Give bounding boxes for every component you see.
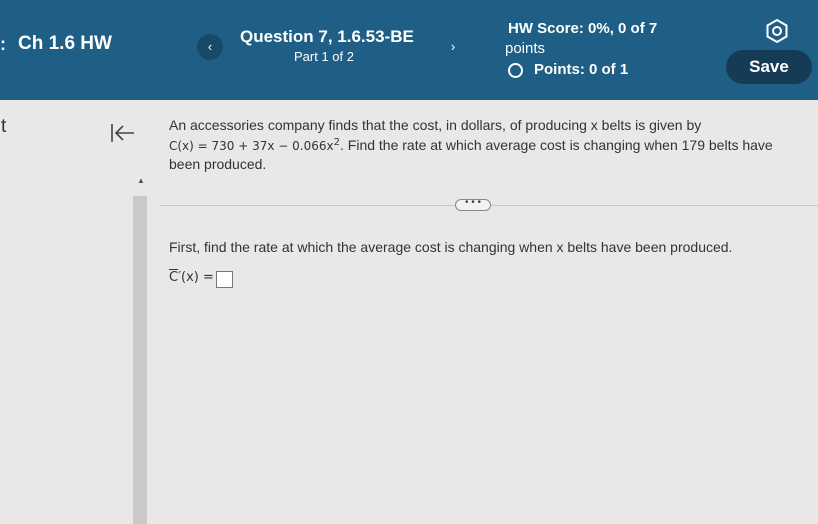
points-status-icon	[508, 63, 523, 78]
problem-text-intro: An accessories company finds that the co…	[169, 117, 702, 133]
answer-label: C′(x) =	[169, 270, 214, 285]
scrollbar[interactable]	[133, 196, 147, 524]
question-part: Part 1 of 2	[294, 49, 354, 64]
menu-icon[interactable]: :	[0, 34, 6, 55]
scroll-up-icon[interactable]: ▲	[137, 176, 145, 185]
assignment-title[interactable]: Ch 1.6 HW	[18, 33, 112, 55]
previous-question-button[interactable]: ‹	[197, 34, 223, 60]
collapse-left-icon[interactable]	[110, 122, 136, 144]
part-instruction: First, find the rate at which the averag…	[169, 239, 733, 255]
header-bar: : Ch 1.6 HW ‹ Question 7, 1.6.53-BE Part…	[0, 0, 818, 100]
points-score: Points: 0 of 1	[534, 61, 629, 78]
gear-icon[interactable]	[764, 18, 790, 44]
save-button[interactable]: Save	[726, 50, 812, 84]
page: : Ch 1.6 HW ‹ Question 7, 1.6.53-BE Part…	[0, 0, 818, 524]
hw-score: HW Score: 0%, 0 of 7	[508, 20, 658, 37]
expand-more-button[interactable]: • • •	[455, 198, 491, 211]
next-question-button[interactable]: ›	[440, 34, 466, 60]
hw-score-units: points	[505, 40, 546, 57]
chevron-left-icon: ‹	[207, 39, 213, 54]
sidebar-letter: t	[1, 116, 7, 137]
question-title: Question 7, 1.6.53-BE	[240, 27, 414, 46]
answer-input[interactable]	[216, 271, 233, 288]
problem-statement: An accessories company finds that the co…	[169, 116, 799, 173]
chevron-right-icon: ›	[450, 39, 456, 54]
cost-formula: C(x) = 730 + 37x − 0.066x2	[169, 137, 340, 153]
